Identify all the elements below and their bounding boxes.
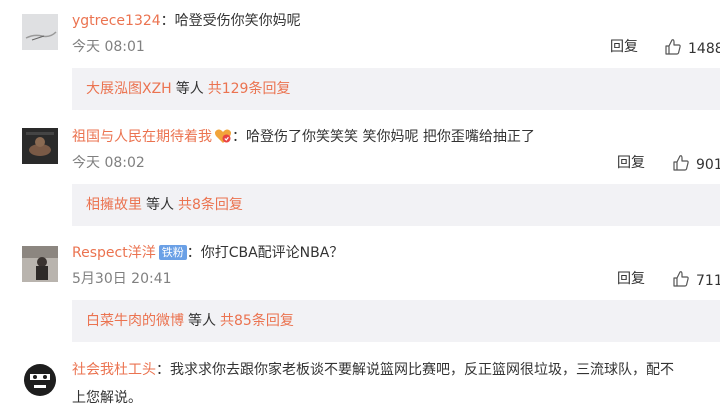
like-button[interactable]: 1488 [664,38,720,58]
reply-button[interactable]: 回复 [610,38,638,56]
like-count: 711 [696,273,720,289]
sub-reply-middle: 等人 [146,197,174,213]
reply-button[interactable]: 回复 [617,270,645,288]
comment-header: Respect洋洋 铁粉 ：你打CBA配评论NBA？ [72,244,343,262]
avatar[interactable] [22,246,58,282]
separator: ： [186,245,201,261]
comment-time: 今天 08:02 [72,155,145,171]
username-link[interactable]: ygtrece1324 [72,13,161,29]
thumbs-up-icon [673,271,689,287]
sub-replies: 白菜牛肉的微博 等人 共85条回复 [72,300,720,342]
avatar[interactable] [22,14,58,50]
thumbs-up-icon [673,155,689,171]
separator: ： [160,13,175,29]
avatar[interactable] [22,362,58,398]
sub-reply-count-link[interactable]: 共8条回复 [178,197,243,213]
like-count: 1488 [688,41,720,57]
comment-text: 你打CBA配评论NBA？ [200,245,344,261]
fan-badge: 铁粉 [158,245,187,260]
sub-replies: 大展泓图XZH 等人 共129条回复 [72,68,720,110]
like-button[interactable]: 711 [672,270,720,290]
comment-header: 祖国与人民在期待着我 ：哈登伤了你笑笑笑 笑你妈呢 把你歪嘴给抽正了 [72,128,535,146]
comment-text: 哈登受伤你笑你妈呢 [174,13,301,29]
sub-reply-count-link[interactable]: 共85条回复 [220,313,294,329]
comment-text: 哈登伤了你笑笑笑 笑你妈呢 把你歪嘴给抽正了 [246,129,535,145]
like-button[interactable]: 901 [672,154,720,174]
sub-reply-middle: 等人 [175,81,204,97]
vip-heart-icon [214,128,232,144]
like-count: 901 [696,157,720,173]
username-link[interactable]: Respect洋洋 [72,245,156,261]
sub-reply-count-link[interactable]: 共129条回复 [208,81,291,97]
sub-reply-middle: 等人 [188,313,216,329]
comment-time: 今天 08:01 [72,39,145,55]
avatar[interactable] [22,128,58,164]
username-link[interactable]: 社会我杜工头 [72,362,156,378]
username-link[interactable]: 祖国与人民在期待着我 [72,129,212,145]
comment-text-continued: 上您解说。 [72,390,142,406]
separator: ： [156,362,170,378]
sub-reply-user[interactable]: 相擁故里 [86,197,142,213]
comment-text: 我求求你去跟你家老板谈不要解说篮网比赛吧，反正篮网很垃圾，三流球队，配不 [170,362,674,378]
comment-header: ygtrece1324：哈登受伤你笑你妈呢 [72,12,301,30]
reply-button[interactable]: 回复 [617,154,645,172]
comment-time: 5月30日 20:41 [72,271,172,287]
comment-header: 社会我杜工头：我求求你去跟你家老板谈不要解说篮网比赛吧，反正篮网很垃圾，三流球队… [72,356,720,384]
sub-replies: 相擁故里 等人 共8条回复 [72,184,720,226]
sub-reply-user[interactable]: 大展泓图XZH [86,81,172,97]
sub-reply-user[interactable]: 白菜牛肉的微博 [86,313,184,329]
separator: ： [232,129,246,145]
thumbs-up-icon [665,39,681,55]
